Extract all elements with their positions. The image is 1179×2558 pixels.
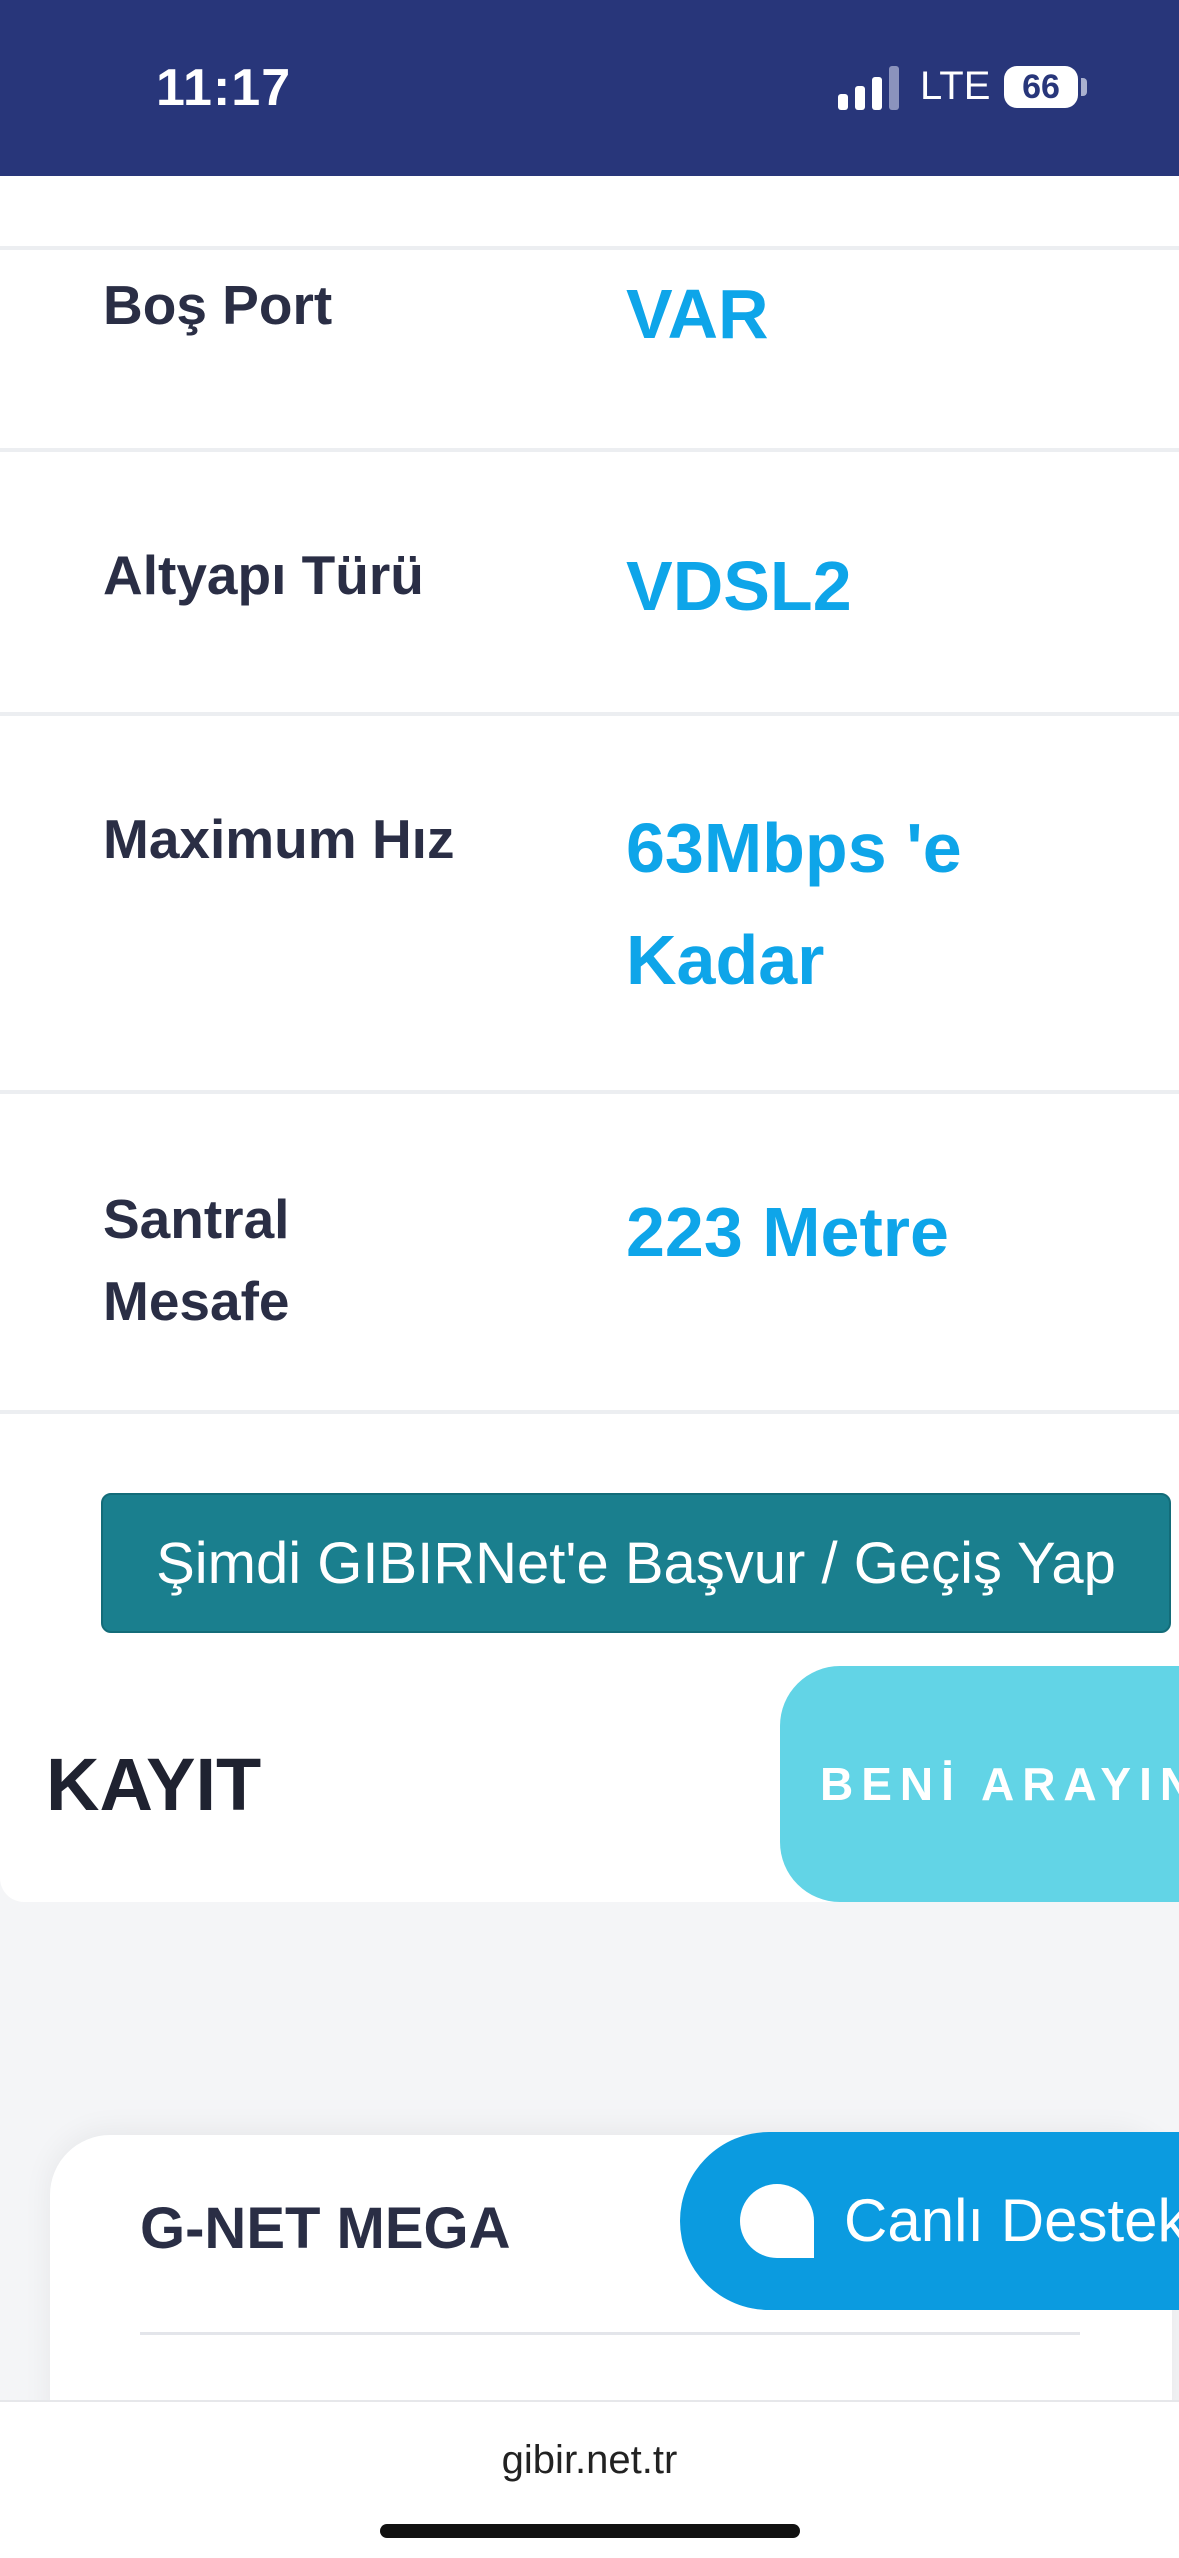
network-type: LTE xyxy=(920,64,991,108)
detail-row-infrastructure: Altyapı Türü VDSL2 xyxy=(0,448,1179,716)
detail-label: Santral Mesafe xyxy=(103,1188,290,1332)
kayit-title: KAYIT xyxy=(46,1743,262,1826)
chat-bubble-icon xyxy=(740,2184,814,2258)
plan-divider xyxy=(140,2332,1080,2335)
detail-row-port: Boş Port VAR xyxy=(0,246,1179,452)
call-me-button[interactable]: BENİ ARAYIN xyxy=(780,1666,1179,1902)
plan-title: G-NET MEGA xyxy=(140,2196,511,2261)
detail-value: VAR xyxy=(626,275,769,353)
apply-button[interactable]: Şimdi GIBIRNet'e Başvur / Geçiş Yap xyxy=(101,1493,1171,1633)
browser-bar: gibir.net.tr xyxy=(0,2400,1179,2558)
detail-row-speed: Maximum Hız 63Mbps 'e Kadar xyxy=(0,712,1179,1094)
detail-label: Boş Port xyxy=(103,274,333,336)
battery-icon: 66 xyxy=(1004,66,1078,108)
home-indicator[interactable] xyxy=(380,2524,800,2538)
detail-value: 63Mbps 'e Kadar xyxy=(626,809,962,999)
top-strip xyxy=(0,176,1179,246)
detail-value: 223 Metre xyxy=(626,1193,949,1271)
url-text[interactable]: gibir.net.tr xyxy=(0,2438,1179,2483)
detail-value: VDSL2 xyxy=(626,547,852,625)
signal-icon xyxy=(838,66,900,110)
detail-row-distance: Santral Mesafe 223 Metre xyxy=(0,1090,1179,1414)
detail-label: Altyapı Türü xyxy=(103,544,424,606)
live-support-label: Canlı Destek xyxy=(844,2187,1179,2254)
status-time: 11:17 xyxy=(156,59,292,117)
detail-label: Maximum Hız xyxy=(103,808,455,870)
live-support-button[interactable]: Canlı Destek xyxy=(680,2132,1179,2310)
battery-tip xyxy=(1081,78,1087,96)
page-content: Boş Port VAR Altyapı Türü VDSL2 Maximum … xyxy=(0,176,1179,2400)
status-bar: 11:17 LTE 66 xyxy=(0,0,1179,176)
